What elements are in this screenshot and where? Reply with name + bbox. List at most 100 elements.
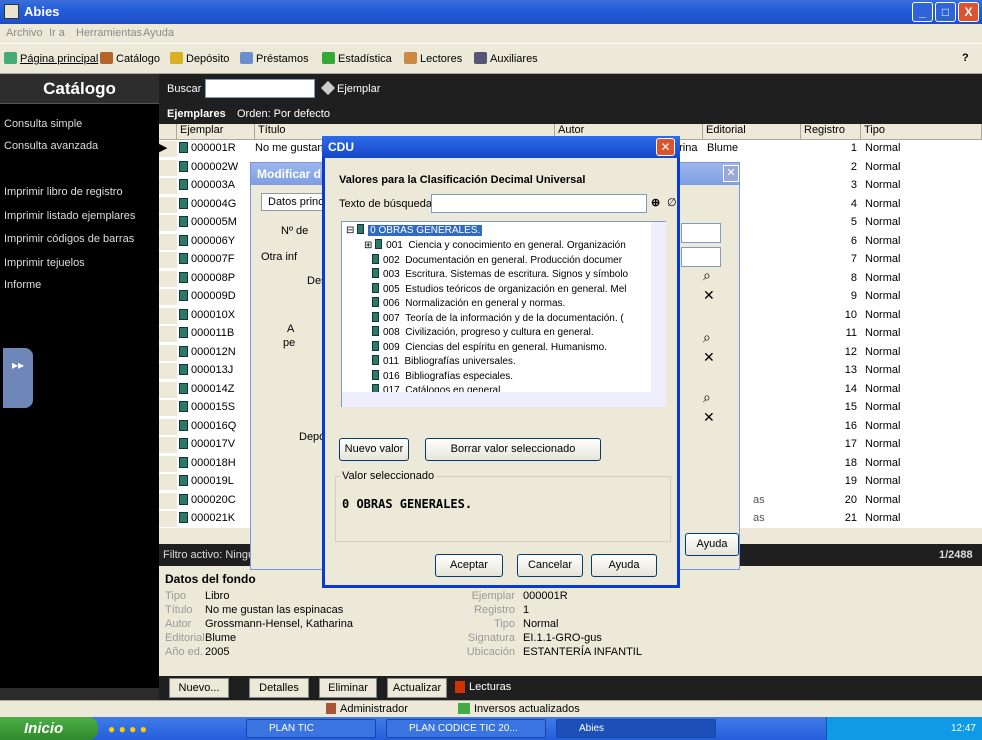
tree-node[interactable]: 011 Bibliografías universales. [372,355,516,369]
row-selector[interactable] [159,474,177,490]
toolbar-loans[interactable]: Préstamos [240,52,309,65]
row-selector[interactable] [159,196,177,213]
tree-node[interactable]: 003 Escritura. Sistemas de escritura. Si… [372,268,628,282]
tree-hscroll[interactable] [342,392,666,407]
toolbar-aux[interactable]: Auxiliares [474,52,538,65]
cancel-button[interactable]: Cancelar [517,554,583,577]
clear-x-icon[interactable]: ✕ [703,349,715,366]
row-selector[interactable] [159,252,177,268]
sidebar-item-consulta-simple[interactable]: Consulta simple [4,118,82,130]
cell-ejemplar[interactable]: 000010X [179,308,255,324]
accept-button[interactable]: Aceptar [435,554,503,577]
sidebar-item-libro-registro[interactable]: Imprimir libro de registro [4,186,123,198]
tree-node[interactable]: 008 Civilización, progreso y cultura en … [372,326,594,340]
cell-ejemplar[interactable]: 000008P [179,271,255,287]
tree-node[interactable]: 016 Bibliografías especiales. [372,369,513,384]
cell-ejemplar[interactable]: 000004G [179,197,255,213]
delete-value-button[interactable]: Borrar valor seleccionado [425,438,601,461]
cell-ejemplar[interactable]: 000006Y [179,234,255,250]
toolbar-stats[interactable]: Estadística [322,52,392,65]
cell-ejemplar[interactable]: 000020C [179,493,255,509]
cell-ejemplar[interactable]: 000017V [179,437,255,453]
row-selector[interactable] [159,326,177,342]
row-selector[interactable] [159,270,177,287]
toolbar-home[interactable]: Página principal [4,52,98,65]
cell-ejemplar[interactable]: 000019L [179,474,255,490]
column-registro[interactable]: Registro [801,124,861,140]
task-abies[interactable]: Abies [556,719,716,738]
search-icon[interactable]: ⌕ [703,389,711,406]
sidebar-toggle[interactable]: ▸▸ [3,348,33,408]
cell-ejemplar[interactable]: 000005M [179,215,255,231]
cell-ejemplar[interactable]: 000002W [179,160,255,176]
column-tipo[interactable]: Tipo [861,124,982,140]
search-input[interactable] [205,79,315,98]
cell-ejemplar[interactable]: 000016Q [179,419,255,435]
tree-node[interactable]: 009 Ciencias del espíritu en general. Hu… [372,340,607,355]
toolbar-readers[interactable]: Lectores [404,52,462,65]
cell-ejemplar[interactable]: 000018H [179,456,255,472]
column-ejemplar[interactable]: Ejemplar [177,124,255,140]
toolbar-deposit[interactable]: Depósito [170,52,229,65]
tree-node[interactable]: 006 Normalización en general y normas. [372,297,565,311]
sidebar-item-consulta-avanzada[interactable]: Consulta avanzada [4,140,98,152]
tree-root[interactable]: ⊟ 0 OBRAS GENERALES. [346,224,483,238]
row-selector[interactable] [159,159,177,176]
modify-help-button[interactable]: Ayuda [685,533,739,556]
search-icon[interactable]: ⌕ [703,267,711,284]
sidebar-item-tejuelos[interactable]: Imprimir tejuelos [4,257,85,269]
search-icon[interactable]: ⌕ [703,329,711,346]
row-selector[interactable] [159,381,177,398]
start-button[interactable]: Inicio [0,717,98,740]
menu-herramientas[interactable]: Herramientas [76,27,142,39]
cell-ejemplar[interactable]: 000007F [179,252,255,268]
cell-ejemplar[interactable]: 000009D [179,289,255,305]
row-selector[interactable] [159,289,177,305]
sidebar-item-informe[interactable]: Informe [4,279,41,291]
row-selector[interactable] [159,344,177,361]
delete-button[interactable]: Eliminar [319,678,377,698]
row-selector[interactable] [159,437,177,453]
cdu-search-input[interactable] [431,194,647,213]
menu-ir-a[interactable]: Ir a [49,27,65,39]
sidebar-item-codigos[interactable]: Imprimir códigos de barras [4,233,134,245]
cell-ejemplar[interactable]: 000021K [179,511,255,527]
cell-ejemplar[interactable]: 000003A [179,178,255,194]
new-button[interactable]: Nuevo... [169,678,229,698]
cell-ejemplar[interactable]: 000001R [179,141,255,157]
binoculars-icon[interactable]: ⊕ [651,196,660,209]
toolbar-catalog[interactable]: Catálogo [100,52,160,65]
row-selector[interactable] [159,511,177,527]
help-button[interactable]: Ayuda [591,554,657,577]
tree-vscroll[interactable] [651,222,666,392]
clear-x-icon[interactable]: ✕ [703,409,715,426]
details-button[interactable]: Detalles [249,678,309,698]
cell-ejemplar[interactable]: 000012N [179,345,255,361]
field-n[interactable] [681,223,721,243]
modify-close-icon[interactable]: ✕ [723,165,739,182]
menu-archivo[interactable]: Archivo [6,27,43,39]
column-editorial[interactable]: Editorial [703,124,801,140]
row-selector[interactable] [159,215,177,231]
tree-node[interactable]: ⊞ 001 Ciencia y conocimiento en general.… [364,239,626,253]
cdu-close-icon[interactable]: ✕ [656,138,675,156]
tree-node[interactable]: 007 Teoría de la información y de la doc… [372,311,624,326]
menu-ayuda[interactable]: Ayuda [143,27,174,39]
field-otra[interactable] [681,247,721,267]
cdu-tree[interactable]: ⊟ 0 OBRAS GENERALES. ⊞ 001 Ciencia y con… [341,221,666,407]
quick-launch-icons[interactable]: ● ● ● ● [108,722,170,736]
row-selector[interactable] [159,492,177,509]
row-selector[interactable] [159,418,177,435]
row-selector[interactable] [159,363,177,379]
sidebar-item-listado[interactable]: Imprimir listado ejemplares [4,210,135,222]
help-icon[interactable]: ? [962,52,969,64]
row-selector[interactable] [159,455,177,472]
eraser-icon[interactable]: ∅ [667,196,677,209]
cell-ejemplar[interactable]: 000014Z [179,382,255,398]
task-plan-codice[interactable]: PLAN CODICE TIC 20... [386,719,546,738]
task-plan-tic[interactable]: PLAN TIC [246,719,376,738]
close-button[interactable]: X [958,2,979,22]
new-value-button[interactable]: Nuevo valor [339,438,409,461]
row-selector[interactable] [159,233,177,250]
cell-ejemplar[interactable]: 000011B [179,326,255,342]
